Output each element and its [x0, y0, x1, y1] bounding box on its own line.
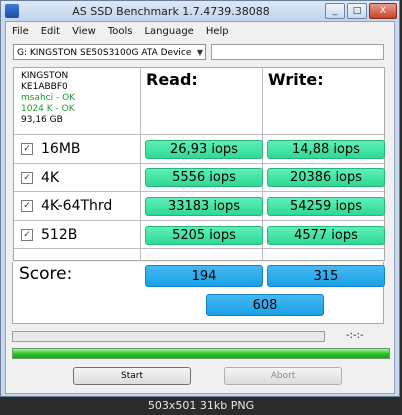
write-header: Write: [268, 70, 324, 89]
menu-tools[interactable]: Tools [102, 26, 139, 37]
grid-divider [14, 191, 384, 192]
write-512b-value: 4577 iops [267, 226, 385, 245]
minimize-button[interactable]: _ [325, 3, 345, 19]
read-512b-value: 5205 iops [145, 226, 263, 245]
drive-select[interactable]: G: KINGSTON SE50S3100G ATA Device ▼ [13, 44, 206, 60]
score-total: 608 [206, 294, 324, 316]
checkbox-512b[interactable]: ✓ [21, 229, 33, 241]
drive-firmware: KE1ABBF0 [21, 82, 68, 92]
read-4k-value: 5556 iops [145, 168, 263, 187]
window-title: AS SSD Benchmark 1.7.4739.38088 [72, 4, 270, 18]
grid-divider [14, 134, 384, 135]
label-16mb: 16MB [41, 141, 81, 157]
checkbox-16mb[interactable]: ✓ [21, 143, 33, 155]
menu-language[interactable]: Language [138, 26, 199, 37]
score-area: Score: 194 315 608 [12, 262, 385, 324]
progress-bar-total-fill [13, 349, 389, 358]
drive-extra-field [211, 44, 384, 60]
menu-view[interactable]: View [66, 26, 102, 37]
chevron-down-icon[interactable]: ▼ [197, 45, 203, 61]
read-header: Read: [146, 70, 198, 89]
checkbox-4k64[interactable]: ✓ [21, 200, 33, 212]
row-label-4k64: ✓ 4K-64Thrd [21, 196, 112, 216]
drive-model: KINGSTON [21, 71, 69, 81]
title-bar[interactable]: AS SSD Benchmark 1.7.4739.38088 _ □ X [1, 1, 399, 21]
read-16mb-value: 26,93 iops [145, 140, 263, 159]
drive-row: G: KINGSTON SE50S3100G ATA Device ▼ [13, 44, 385, 61]
menu-edit[interactable]: Edit [35, 26, 66, 37]
alignment-status: 1024 K - OK [21, 104, 75, 114]
score-write: 315 [267, 265, 385, 287]
results-grid: KINGSTON KE1ABBF0 msahci - OK 1024 K - O… [13, 67, 385, 261]
status-bar: 503x501 31kb PNG [0, 397, 402, 415]
menu-help[interactable]: Help [200, 26, 235, 37]
menu-bar: File Edit View Tools Language Help [6, 22, 394, 40]
label-512b: 512B [41, 227, 78, 243]
drive-select-value: G: KINGSTON SE50S3100G ATA Device [17, 48, 192, 58]
grid-divider [14, 163, 384, 164]
read-4k64-value: 33183 iops [145, 197, 263, 216]
app-icon [5, 4, 19, 18]
time-readout: -:-:- [346, 330, 364, 341]
drive-info: KINGSTON KE1ABBF0 msahci - OK 1024 K - O… [21, 71, 75, 126]
score-label: Score: [19, 264, 73, 284]
label-4k: 4K [41, 170, 60, 186]
driver-status: msahci - OK [21, 93, 76, 103]
grid-divider [14, 220, 384, 221]
checkbox-4k[interactable]: ✓ [21, 172, 33, 184]
grid-divider [14, 248, 384, 249]
maximize-button[interactable]: □ [347, 3, 367, 19]
write-16mb-value: 14,88 iops [267, 140, 385, 159]
abort-button[interactable]: Abort [224, 367, 342, 385]
close-button[interactable]: X [369, 3, 397, 19]
menu-file[interactable]: File [6, 26, 35, 37]
grid-divider [140, 68, 141, 260]
row-label-4k: ✓ 4K [21, 168, 59, 188]
row-label-16mb: ✓ 16MB [21, 139, 81, 159]
write-4k-value: 20386 iops [267, 168, 385, 187]
label-4k64: 4K-64Thrd [41, 198, 113, 214]
write-4k64-value: 54259 iops [267, 197, 385, 216]
score-read: 194 [145, 265, 263, 287]
start-button[interactable]: Start [73, 367, 191, 385]
progress-bar-total [12, 348, 390, 359]
drive-size: 93,16 GB [21, 115, 63, 125]
row-label-512b: ✓ 512B [21, 225, 77, 245]
progress-bar-test [12, 331, 325, 342]
